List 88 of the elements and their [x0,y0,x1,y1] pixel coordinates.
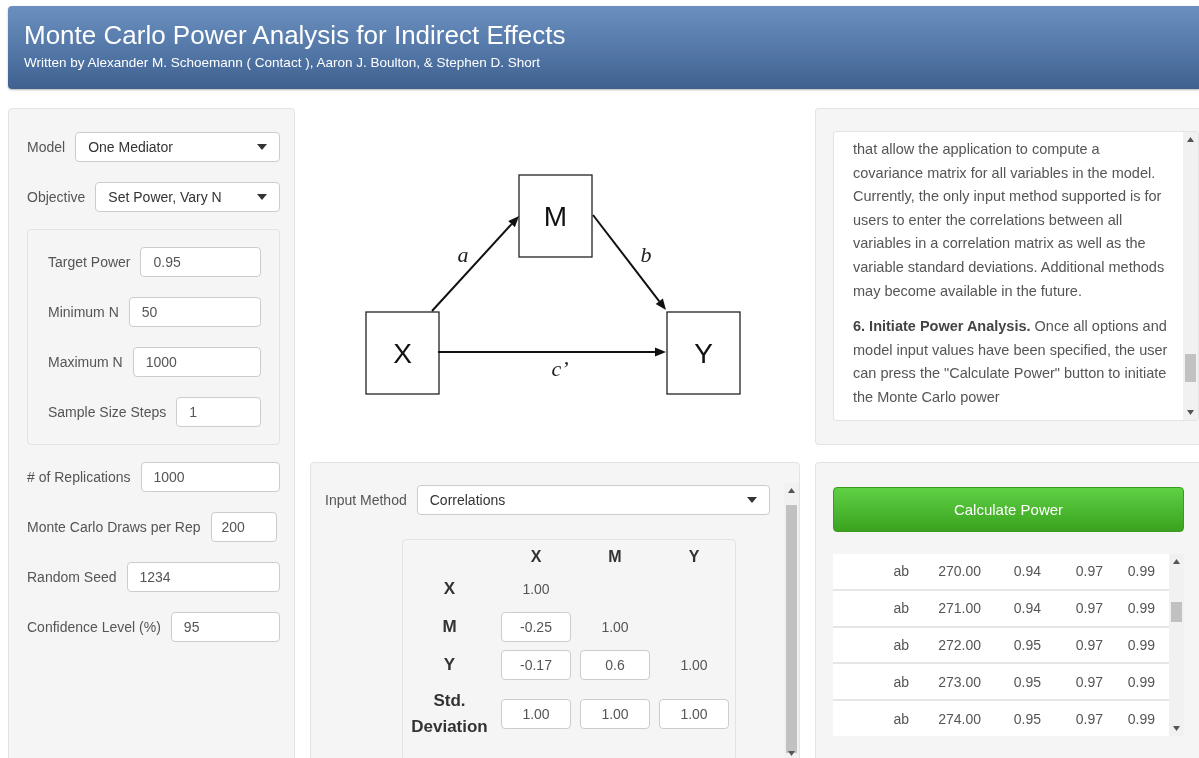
caret-icon [257,144,267,150]
scrollbar[interactable] [784,483,799,758]
input-field[interactable]: 1234 [126,562,280,592]
field-label: Minimum N [48,304,119,320]
table-cell-text: ab [892,600,909,617]
matrix-input[interactable]: -0.17 [501,650,571,680]
column-header: Y [687,548,701,566]
table-cell-text: 0.95 [1012,710,1041,727]
table-cell-text: 0.95 [1012,673,1041,690]
scroll-up-icon[interactable] [788,488,795,493]
field-label: Maximum N [48,354,123,370]
table-cell-text: 0.94 [1012,563,1041,580]
matrix-input[interactable]: 1.00 [659,699,729,729]
row-header: Std. Deviation [410,690,489,738]
row-header: X [442,578,457,600]
table-cell-text: 270.00 [937,563,981,580]
diagram-node: Y [666,311,741,395]
input-field[interactable]: 200 [210,512,277,542]
matrix-input[interactable]: 1.00 [501,699,571,729]
matrix-value: 1.00 [601,618,629,637]
scroll-down-icon[interactable] [1173,726,1180,731]
path-label: a [457,242,469,267]
caret-icon [747,497,757,503]
table-cell-text: 0.97 [1074,637,1103,653]
matrix-input[interactable]: -0.25 [501,612,571,642]
column-header: X [529,548,543,566]
diagram-node: M [518,174,593,258]
table-cell-text: 0.97 [1074,673,1103,690]
table-cell-text: 0.97 [1074,600,1103,617]
table-cell-text: ab [892,673,909,690]
table-cell-text: ab [892,710,909,727]
table-cell-text: 0.99 [1126,637,1155,653]
input-field[interactable]: 0.95 [140,247,261,277]
caret-icon [257,194,267,200]
scrollbar[interactable] [1183,132,1198,420]
field-label: Sample Size Steps [48,404,167,420]
scroll-up-icon[interactable] [1187,137,1194,142]
table-cell-text: 0.97 [1074,563,1103,580]
table-cell-text: 271.00 [937,600,981,617]
scroll-down-icon[interactable] [788,751,795,756]
table-cell-text: ab [892,637,909,653]
table-cell-text: 272.00 [937,637,981,653]
matrix-input[interactable]: 1.00 [580,699,650,729]
field-label: Monte Carlo Draws per Rep [27,519,201,535]
field-label: Input Method [325,492,407,508]
input-field[interactable]: 1000 [132,347,261,377]
table-cell-text: ab [892,563,909,580]
table-cell-text: 0.94 [1012,600,1041,617]
field-label: # of Replications [27,469,131,485]
table-cell-text: 0.99 [1126,710,1155,727]
author-line: Written by Alexander M. Schoemann ( Contact ), Aaron J. Boulton, & Stephen D. Short [24,55,542,70]
scrollbar-thumb[interactable] [1171,602,1182,622]
dropdown[interactable]: One Mediator [75,132,280,162]
diagram-node: X [365,311,440,395]
table-cell-text: 273.00 [937,673,981,690]
page-title: Monte Carlo Power Analysis for Indirect Effects [24,20,567,51]
field-label: Target Power [48,254,131,270]
scrollbar-thumb[interactable] [786,505,797,753]
dropdown[interactable]: Set Power, Vary N [95,182,280,212]
path-label: b [640,242,652,267]
matrix-input[interactable]: 0.6 [580,650,650,680]
input-field[interactable]: 50 [128,297,261,327]
table-cell-text: 0.99 [1126,600,1155,617]
help-paragraph: 6. Initiate Power Analysis. Once all options and model input values have been specified, the user can press the "Calculate Power" button to initiate the Monte Carlo power [853,317,1169,407]
matrix-value: 1.00 [680,656,708,675]
scrollbar[interactable] [1169,554,1184,736]
table-cell-text: 0.97 [1074,710,1103,727]
row-header: M [441,616,458,638]
input-field[interactable]: 95 [170,612,280,642]
matrix-value: 1.00 [522,580,550,599]
field-label: Model [27,139,66,155]
table-cell-text: 0.99 [1126,563,1155,580]
field-label: Confidence Level (%) [27,619,161,635]
input-field[interactable]: 1000 [140,462,280,492]
scroll-up-icon[interactable] [1173,559,1180,564]
table-cell-text: 0.95 [1012,637,1041,653]
scrollbar-thumb[interactable] [1185,354,1196,382]
column-header: M [607,548,623,566]
table-cell-text: 274.00 [937,710,981,727]
row-header: Y [442,654,457,676]
input-field[interactable]: 1 [176,397,261,427]
path-label: c’ [551,356,569,381]
dropdown[interactable]: Correlations [416,485,770,515]
scroll-down-icon[interactable] [1187,410,1194,415]
table-cell-text: 0.99 [1126,673,1155,690]
help-paragraph: that allow the application to compute a covariance matrix for all variables in the model. Currently, the only input method supported is for users to enter the correlations between all variables in a correlation matrix as well as the variable standard deviations. Additional methods may become available in the future. [853,140,1166,301]
field-label: Random Seed [27,569,117,585]
field-label: Objective [27,189,86,205]
